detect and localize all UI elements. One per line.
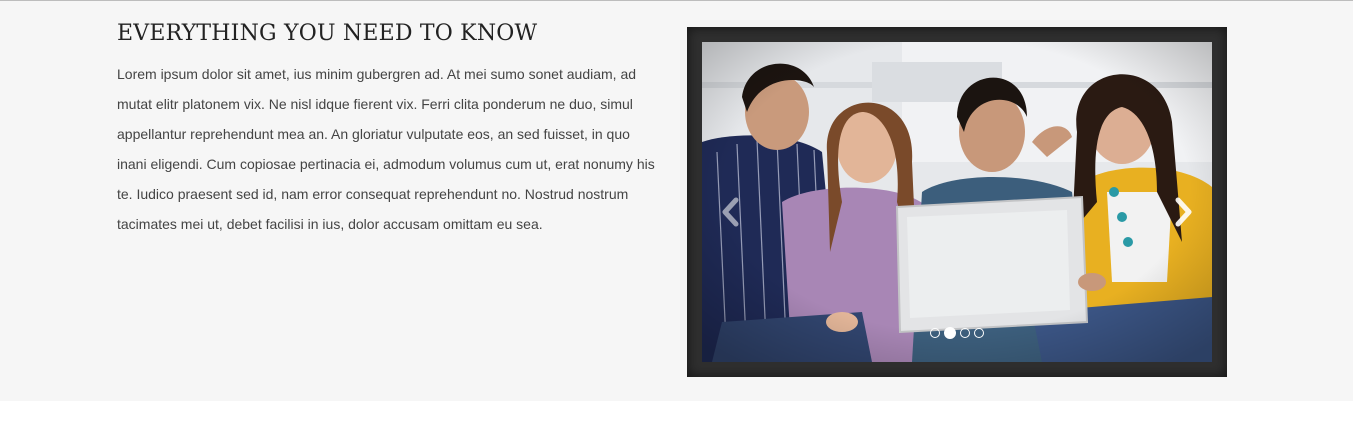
students-with-laptop-photo (702, 42, 1212, 362)
slider-dot-2[interactable] (944, 327, 956, 339)
slider-prev-arrow[interactable] (716, 192, 746, 232)
slider-dot-1[interactable] (930, 328, 940, 338)
slide-image (702, 42, 1212, 362)
section-heading: EVERYTHING YOU NEED TO KNOW (117, 21, 538, 46)
slider-pagination (702, 327, 1212, 342)
section-body-text: Lorem ipsum dolor sit amet, ius minim gu… (117, 66, 655, 232)
slider-dot-3[interactable] (960, 328, 970, 338)
slider-next-arrow[interactable] (1168, 192, 1198, 232)
image-slider (687, 27, 1227, 377)
chevron-left-icon (722, 197, 739, 227)
chevron-right-icon (1175, 197, 1192, 227)
slider-dot-4[interactable] (974, 328, 984, 338)
info-section: EVERYTHING YOU NEED TO KNOW Lorem ipsum … (0, 1, 1353, 401)
